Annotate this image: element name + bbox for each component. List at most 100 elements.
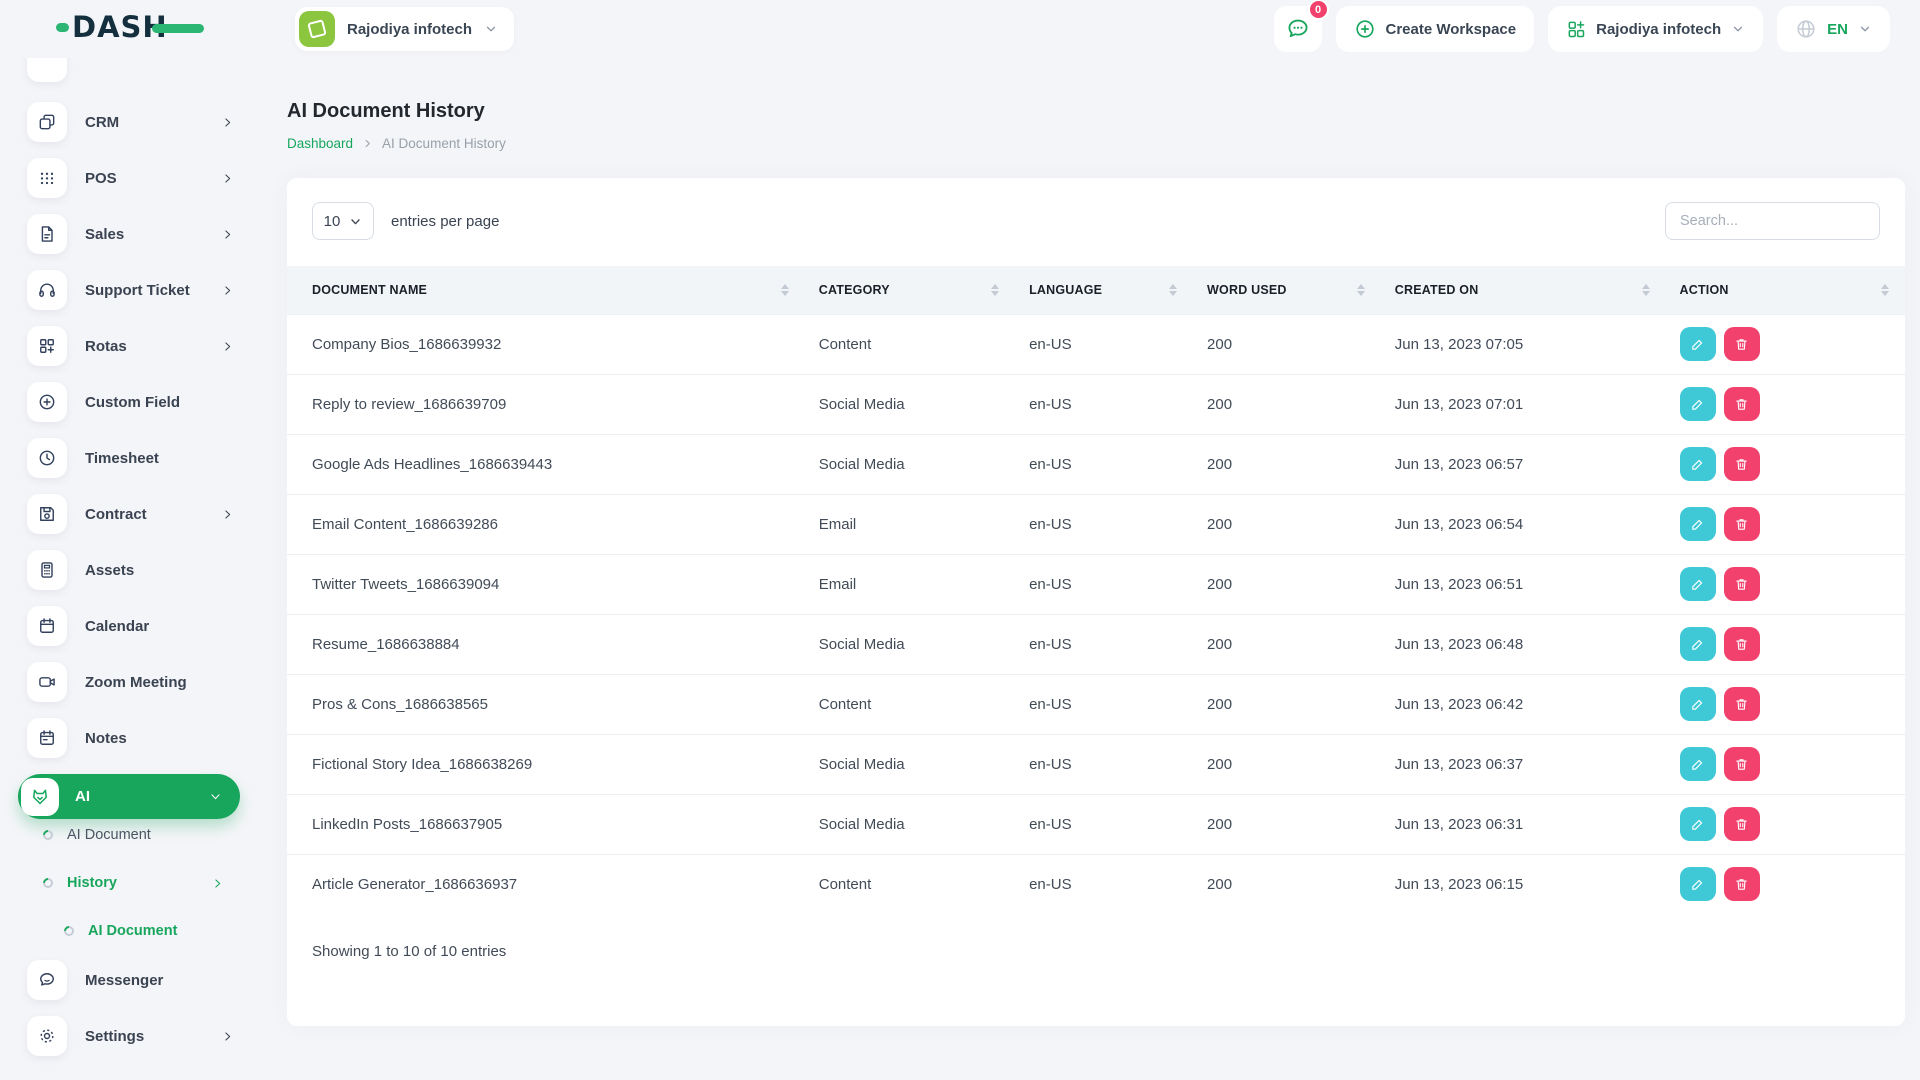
cell-created-on: Jun 13, 2023 06:42 (1380, 673, 1666, 734)
edit-button[interactable] (1679, 687, 1716, 721)
sidebar-item-messenger[interactable]: Messenger (27, 960, 234, 1000)
pencil-icon (1692, 879, 1703, 890)
delete-button[interactable] (1723, 627, 1760, 661)
sidebar-item-assets[interactable]: Assets (27, 550, 234, 590)
sidebar-item-sales[interactable]: Sales (27, 214, 234, 254)
delete-button[interactable] (1723, 807, 1760, 841)
edit-button[interactable] (1679, 327, 1716, 361)
table-row: Company Bios_1686639932 Content en-US 20… (287, 313, 1905, 374)
pencil-icon (1692, 339, 1703, 350)
sidebar-subitem-history[interactable]: History (40, 867, 224, 899)
delete-button[interactable] (1723, 327, 1760, 361)
logo: DASH (56, 13, 204, 42)
chat-bubble-icon (1285, 16, 1311, 42)
sidebar-subitem-history-ai-document[interactable]: AI Document (61, 915, 224, 947)
language-dropdown[interactable]: EN (1777, 6, 1890, 52)
sidebar-item-rotas[interactable]: Rotas (27, 326, 234, 366)
cell-category: Social Media (804, 613, 1016, 674)
table-row: Fictional Story Idea_1686638269 Social M… (287, 733, 1905, 794)
floppy-icon (27, 494, 67, 534)
delete-button[interactable] (1723, 687, 1760, 721)
column-header-action[interactable]: ACTION (1666, 266, 1906, 314)
delete-button[interactable] (1723, 867, 1760, 901)
delete-button[interactable] (1723, 747, 1760, 781)
edit-button[interactable] (1679, 567, 1716, 601)
sort-icon (991, 283, 1000, 296)
table-row: Twitter Tweets_1686639094 Email en-US 20… (287, 553, 1905, 614)
breadcrumb-dashboard-link[interactable]: Dashboard (287, 136, 353, 151)
edit-button[interactable] (1679, 807, 1716, 841)
column-header-word-used[interactable]: WORD USED (1193, 266, 1381, 314)
cell-language: en-US (1015, 433, 1194, 494)
cell-document-name: Pros & Cons_1686638565 (287, 673, 805, 734)
edit-button[interactable] (1679, 627, 1716, 661)
documents-table: DOCUMENT NAME CATEGORY LANGUAGE WORD USE… (287, 266, 1905, 914)
column-header-category[interactable]: CATEGORY (805, 266, 1015, 314)
header-actions: 0 Create Workspace Rajodiya infotech EN (1273, 0, 1890, 52)
sidebar-item-notes[interactable]: Notes (27, 718, 234, 758)
cell-word-used: 200 (1193, 373, 1381, 434)
sidebar-item-support-ticket[interactable]: Support Ticket (27, 270, 234, 310)
edit-button[interactable] (1679, 387, 1716, 421)
chevron-down-icon (484, 22, 498, 36)
sort-icon (1356, 283, 1365, 296)
cell-created-on: Jun 13, 2023 06:51 (1380, 553, 1666, 614)
column-header-created-on[interactable]: CREATED ON (1381, 266, 1666, 314)
cell-language: en-US (1015, 373, 1194, 434)
cell-word-used: 200 (1193, 553, 1381, 614)
logo-bar-icon (151, 24, 204, 33)
sidebar-item-custom-field[interactable]: Custom Field (27, 382, 234, 422)
sidebar: CRM POS Sales Support Ticket Rotas Custo… (0, 58, 256, 1080)
sidebar-item-contract[interactable]: Contract (27, 494, 234, 534)
pencil-icon (1692, 519, 1703, 530)
page-size-select[interactable]: 10 (312, 202, 374, 240)
globe-icon (1795, 18, 1817, 40)
trash-icon (1736, 818, 1747, 830)
edit-button[interactable] (1679, 507, 1716, 541)
sidebar-item-zoom-meeting[interactable]: Zoom Meeting (27, 662, 234, 702)
main-content: AI Document History Dashboard AI Documen… (256, 58, 1920, 1080)
sidebar-item-pos[interactable]: POS (27, 158, 234, 198)
edit-button[interactable] (1679, 447, 1716, 481)
cell-document-name: Fictional Story Idea_1686638269 (287, 733, 805, 794)
edit-button[interactable] (1679, 747, 1716, 781)
cell-document-name: Google Ads Headlines_1686639443 (287, 433, 805, 494)
sidebar-item-crm[interactable]: CRM (27, 102, 234, 142)
workspace-name: Rajodiya infotech (347, 20, 473, 38)
messenger-button[interactable]: 0 (1273, 0, 1329, 52)
sidebar-item-calendar[interactable]: Calendar (27, 606, 234, 646)
account-dropdown[interactable]: Rajodiya infotech (1548, 6, 1764, 52)
sidebar-subitem-ai-document[interactable]: AI Document (40, 819, 224, 851)
cell-category: Social Media (804, 733, 1016, 794)
cell-category: Social Media (804, 433, 1016, 494)
workspace-icon (299, 11, 335, 47)
search-input[interactable] (1665, 202, 1880, 240)
column-header-language[interactable]: LANGUAGE (1015, 266, 1193, 314)
delete-button[interactable] (1723, 447, 1760, 481)
table-body: Company Bios_1686639932 Content en-US 20… (287, 313, 1905, 914)
create-workspace-button[interactable]: Create Workspace (1335, 6, 1535, 52)
table-card: 10 entries per page DOCUMENT NAME CATEGO… (287, 178, 1905, 1026)
trash-icon (1736, 578, 1747, 590)
grid-dots-icon (27, 158, 67, 198)
delete-button[interactable] (1723, 567, 1760, 601)
chevron-down-icon (1731, 22, 1745, 36)
cell-word-used: 200 (1193, 793, 1381, 854)
create-workspace-label: Create Workspace (1385, 20, 1517, 38)
column-header-document-name[interactable]: DOCUMENT NAME (287, 266, 805, 314)
trash-icon (1736, 518, 1747, 530)
workspace-selector[interactable]: Rajodiya infotech (295, 7, 515, 51)
cell-created-on: Jun 13, 2023 06:54 (1380, 493, 1666, 554)
delete-button[interactable] (1723, 387, 1760, 421)
top-header: DASH Rajodiya infotech 0 Create Workspac… (0, 0, 1920, 58)
sidebar-item-settings[interactable]: Settings (27, 1016, 234, 1056)
copy-icon (27, 102, 67, 142)
sidebar-item-timesheet[interactable]: Timesheet (27, 438, 234, 478)
video-camera-icon (27, 662, 67, 702)
cell-created-on: Jun 13, 2023 06:57 (1380, 433, 1666, 494)
chevron-right-icon (221, 172, 234, 185)
sidebar-item-ai[interactable]: AI (18, 774, 240, 819)
delete-button[interactable] (1723, 507, 1760, 541)
pencil-icon (1692, 819, 1703, 830)
edit-button[interactable] (1679, 867, 1716, 901)
